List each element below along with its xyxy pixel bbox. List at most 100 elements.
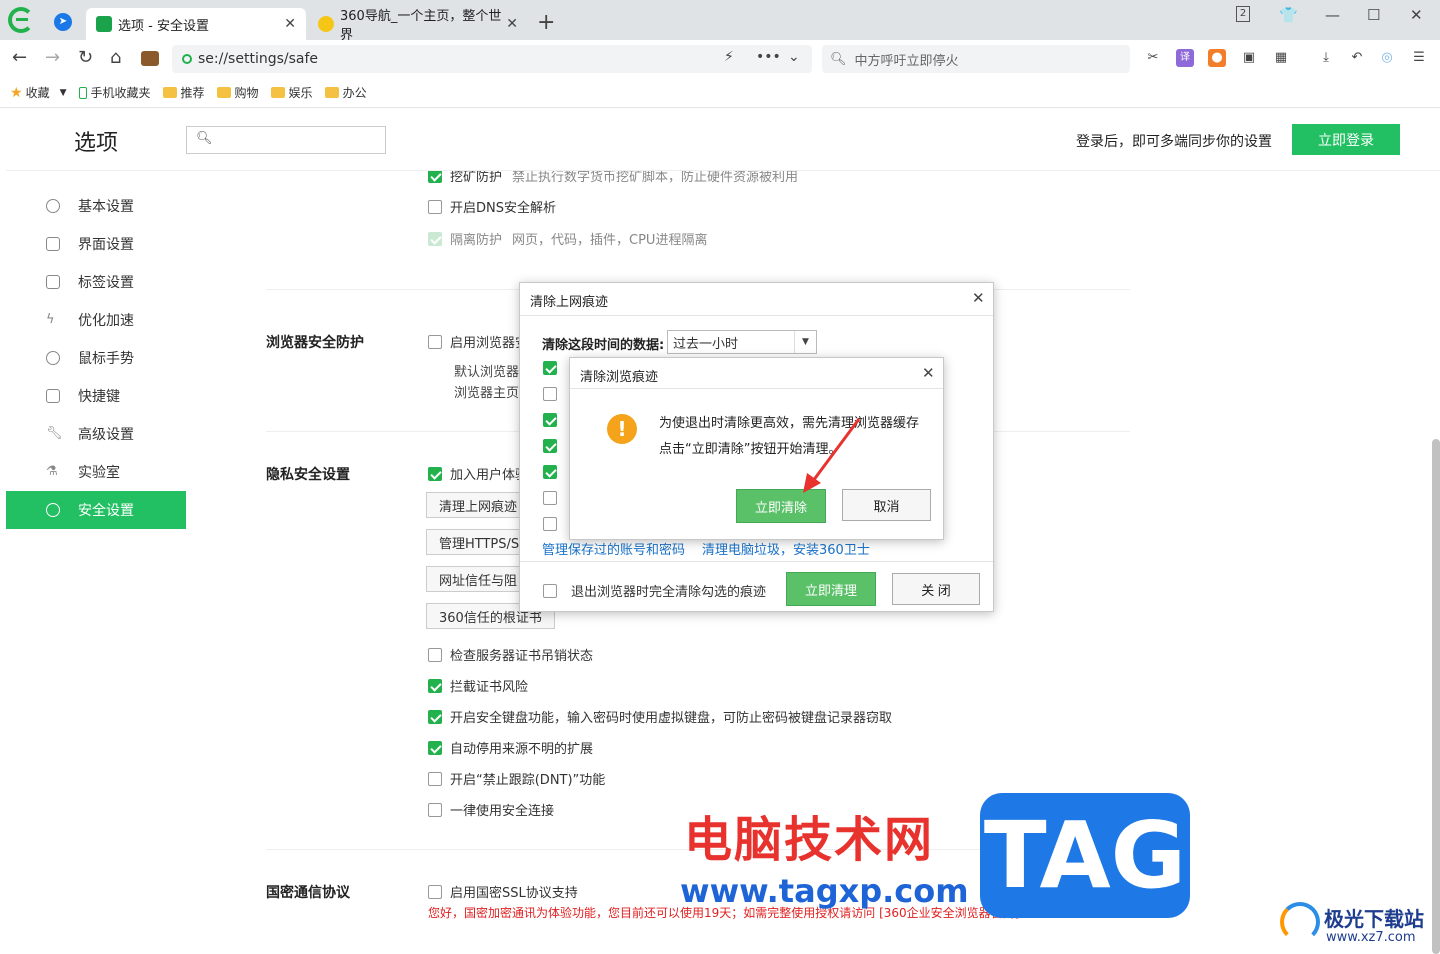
range-select[interactable]: 过去一小时 ▼	[667, 330, 817, 354]
tab-close-icon[interactable]: ✕	[284, 16, 296, 32]
apps-grid-icon[interactable]: ▦	[1272, 49, 1290, 67]
checkbox[interactable]	[428, 334, 442, 349]
cloud-icon[interactable]: ◎	[1378, 49, 1396, 67]
checkbox[interactable]	[428, 466, 442, 481]
undo-icon[interactable]: ↶	[1348, 49, 1366, 67]
dialog-close-icon[interactable]: ✕	[922, 364, 935, 382]
address-bar[interactable]: se://settings/safe ⚡ ••• ⌄	[172, 45, 812, 73]
annotation-arrow-icon	[803, 418, 861, 493]
sidebar-item-optimize[interactable]: ϟ 优化加速	[6, 301, 186, 339]
login-button[interactable]: 立即登录	[1292, 124, 1400, 155]
option-always-https[interactable]: 一律使用安全连接	[428, 800, 554, 819]
option-mining-protection[interactable]: 挖矿防护 禁止执行数字货币挖矿脚本，防止硬件资源被利用	[428, 171, 798, 185]
watermark-url: www.tagxp.com	[680, 872, 969, 910]
sidebar-item-interface[interactable]: 界面设置	[6, 225, 186, 263]
bookmarks-bar: ★ 收藏 ▼ 手机收藏夹 推荐 购物 娱乐 办公	[0, 78, 1440, 108]
back-button[interactable]: ←	[12, 47, 27, 68]
checkbox[interactable]	[428, 771, 442, 786]
checkbox[interactable]	[543, 583, 557, 598]
checkbox[interactable]	[428, 802, 442, 817]
manage-accounts-link[interactable]: 管理保存过的账号和密码	[542, 539, 685, 558]
checkbox[interactable]	[428, 709, 442, 724]
bookmark-mobile[interactable]: 手机收藏夹	[78, 84, 151, 101]
checkbox[interactable]	[428, 884, 442, 899]
download-icon[interactable]: ⤓	[1317, 49, 1335, 67]
dialog-close-button[interactable]: 关 闭	[892, 573, 980, 605]
scrollbar[interactable]	[1432, 439, 1440, 954]
chevron-down-icon[interactable]: ⌄	[788, 49, 800, 65]
settings-search-input[interactable]	[186, 126, 386, 154]
skin-icon[interactable]: 👕	[1279, 6, 1298, 24]
checkbox-4[interactable]	[543, 439, 557, 453]
option-block-cert-risk[interactable]: 拦截证书风险	[428, 676, 528, 695]
maximize-button[interactable]: ☐	[1367, 6, 1380, 24]
dialog-close-icon[interactable]: ✕	[972, 289, 985, 307]
tab-security-settings[interactable]: 选项 - 安全设置 ✕	[86, 8, 306, 40]
sidebar-item-security[interactable]: 安全设置	[6, 491, 186, 529]
option-guomi-ssl[interactable]: 启用国密SSL协议支持	[428, 882, 578, 901]
more-icon[interactable]: •••	[756, 49, 781, 65]
browser-logo-icon[interactable]	[8, 7, 34, 33]
forward-button[interactable]: →	[45, 47, 60, 68]
option-secure-keyboard[interactable]: 开启安全键盘功能，输入密码时使用虚拟键盘，可防止密码被键盘记录器窃取	[428, 707, 892, 726]
window-count-badge[interactable]: 2	[1236, 6, 1250, 22]
tab-label: 选项 - 安全设置	[118, 18, 209, 34]
tab-360-nav[interactable]: 360导航_一个主页，整个世界 ✕	[308, 8, 528, 43]
checkbox-3[interactable]	[543, 413, 557, 427]
sidebar-item-mouse-gesture[interactable]: 鼠标手势	[6, 339, 186, 377]
translate-icon[interactable]: 译	[1176, 49, 1194, 67]
scissors-icon[interactable]: ✂	[1144, 49, 1162, 67]
manage-https-button[interactable]: 管理HTTPS/S	[426, 529, 533, 555]
sidebar-item-basic[interactable]: 基本设置	[6, 187, 186, 225]
pinned-tab-icon[interactable]: ➤	[54, 13, 72, 31]
option-dns-security[interactable]: 开启DNS安全解析	[428, 197, 556, 216]
briefcase-icon[interactable]	[141, 51, 159, 66]
menu-icon[interactable]: ☰	[1410, 49, 1428, 67]
option-dnt[interactable]: 开启“禁止跟踪(DNT)”功能	[428, 769, 605, 788]
game-icon[interactable]: ●	[1208, 49, 1226, 67]
lightning-icon[interactable]: ⚡	[724, 49, 734, 65]
checkbox-7[interactable]	[543, 517, 557, 531]
option-check-revocation[interactable]: 检查服务器证书吊销状态	[428, 645, 593, 664]
bookmark-folder-shopping[interactable]: 购物	[216, 84, 259, 101]
checkbox-5[interactable]	[543, 465, 557, 479]
sidebar-item-advanced[interactable]: 🔧︎ 高级设置	[6, 415, 186, 453]
reader-icon[interactable]: ▣	[1240, 49, 1258, 67]
tab-close-icon[interactable]: ✕	[506, 16, 518, 32]
sidebar-item-lab[interactable]: ⚗ 实验室	[6, 453, 186, 491]
option-user-experience[interactable]: 加入用户体验	[428, 464, 528, 483]
option-disable-unknown-ext[interactable]: 自动停用来源不明的扩展	[428, 738, 593, 757]
mouse-icon	[46, 351, 60, 365]
clear-traces-button[interactable]: 清理上网痕迹	[426, 492, 531, 518]
search-placeholder: 中方呼吁立即停火	[854, 53, 959, 69]
new-tab-button[interactable]: +	[537, 10, 555, 35]
bookmark-folder-entertainment[interactable]: 娱乐	[270, 84, 313, 101]
tab-icon	[46, 275, 60, 289]
checkbox-6[interactable]	[543, 491, 557, 505]
sidebar-item-tabs[interactable]: 标签设置	[6, 263, 186, 301]
checkbox[interactable]	[428, 171, 442, 183]
checkbox[interactable]	[428, 678, 442, 693]
checkbox[interactable]	[428, 199, 442, 214]
home-button[interactable]: ⌂	[110, 47, 121, 68]
search-box[interactable]: 🔍︎ 中方呼吁立即停火	[822, 45, 1130, 73]
checkbox	[428, 231, 442, 246]
checkbox-1[interactable]	[543, 361, 557, 375]
install-360-link[interactable]: 清理电脑垃圾，安装360卫士	[702, 539, 870, 558]
reload-button[interactable]: ↻	[78, 47, 93, 68]
bookmark-folder-office[interactable]: 办公	[324, 84, 367, 101]
option-clear-on-exit[interactable]: 退出浏览器时完全清除勾选的痕迹	[543, 581, 766, 600]
url-trust-button[interactable]: 网址信任与阻	[426, 566, 531, 592]
sidebar-item-shortcuts[interactable]: 快捷键	[6, 377, 186, 415]
checkbox-2[interactable]	[543, 387, 557, 401]
bookmark-favorites[interactable]: ★ 收藏 ▼	[10, 84, 67, 101]
clean-now-button[interactable]: 立即清理	[786, 572, 876, 606]
bookmark-folder-recommend[interactable]: 推荐	[162, 84, 205, 101]
close-window-button[interactable]: ✕	[1410, 6, 1423, 24]
checkbox[interactable]	[428, 740, 442, 755]
minimize-button[interactable]: —	[1325, 6, 1340, 24]
option-browser-protection[interactable]: 启用浏览器安	[428, 332, 528, 351]
divider	[520, 315, 993, 316]
section-guomi: 国密通信协议	[266, 885, 350, 901]
checkbox[interactable]	[428, 647, 442, 662]
